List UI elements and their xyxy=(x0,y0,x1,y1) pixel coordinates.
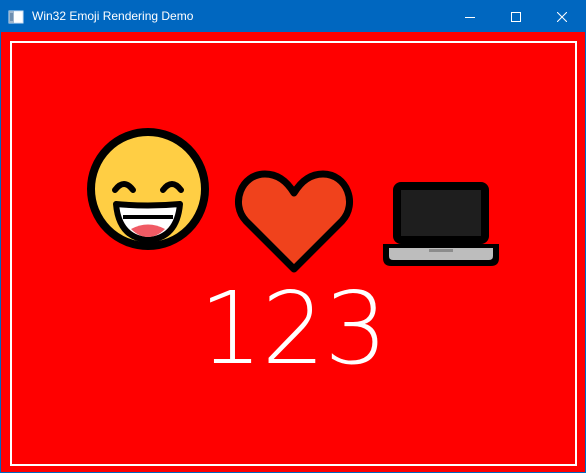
maximize-icon xyxy=(511,11,521,22)
app-icon[interactable] xyxy=(8,9,24,25)
number-display: 123 xyxy=(199,270,388,387)
title-bar[interactable]: Win32 Emoji Rendering Demo xyxy=(1,1,585,32)
maximize-button[interactable] xyxy=(493,1,539,32)
close-button[interactable] xyxy=(539,1,585,32)
window-controls xyxy=(447,1,585,32)
app-window: Win32 Emoji Rendering Demo 123 xyxy=(0,0,586,473)
client-area: 123 xyxy=(1,32,585,472)
minimize-icon xyxy=(465,16,475,18)
window-title: Win32 Emoji Rendering Demo xyxy=(32,9,194,23)
minimize-button[interactable] xyxy=(447,1,493,32)
close-icon xyxy=(557,11,567,22)
grinning-face-emoji xyxy=(87,128,209,250)
red-heart-emoji xyxy=(234,170,354,273)
emoji-row xyxy=(1,32,585,472)
laptop-emoji xyxy=(383,182,499,266)
